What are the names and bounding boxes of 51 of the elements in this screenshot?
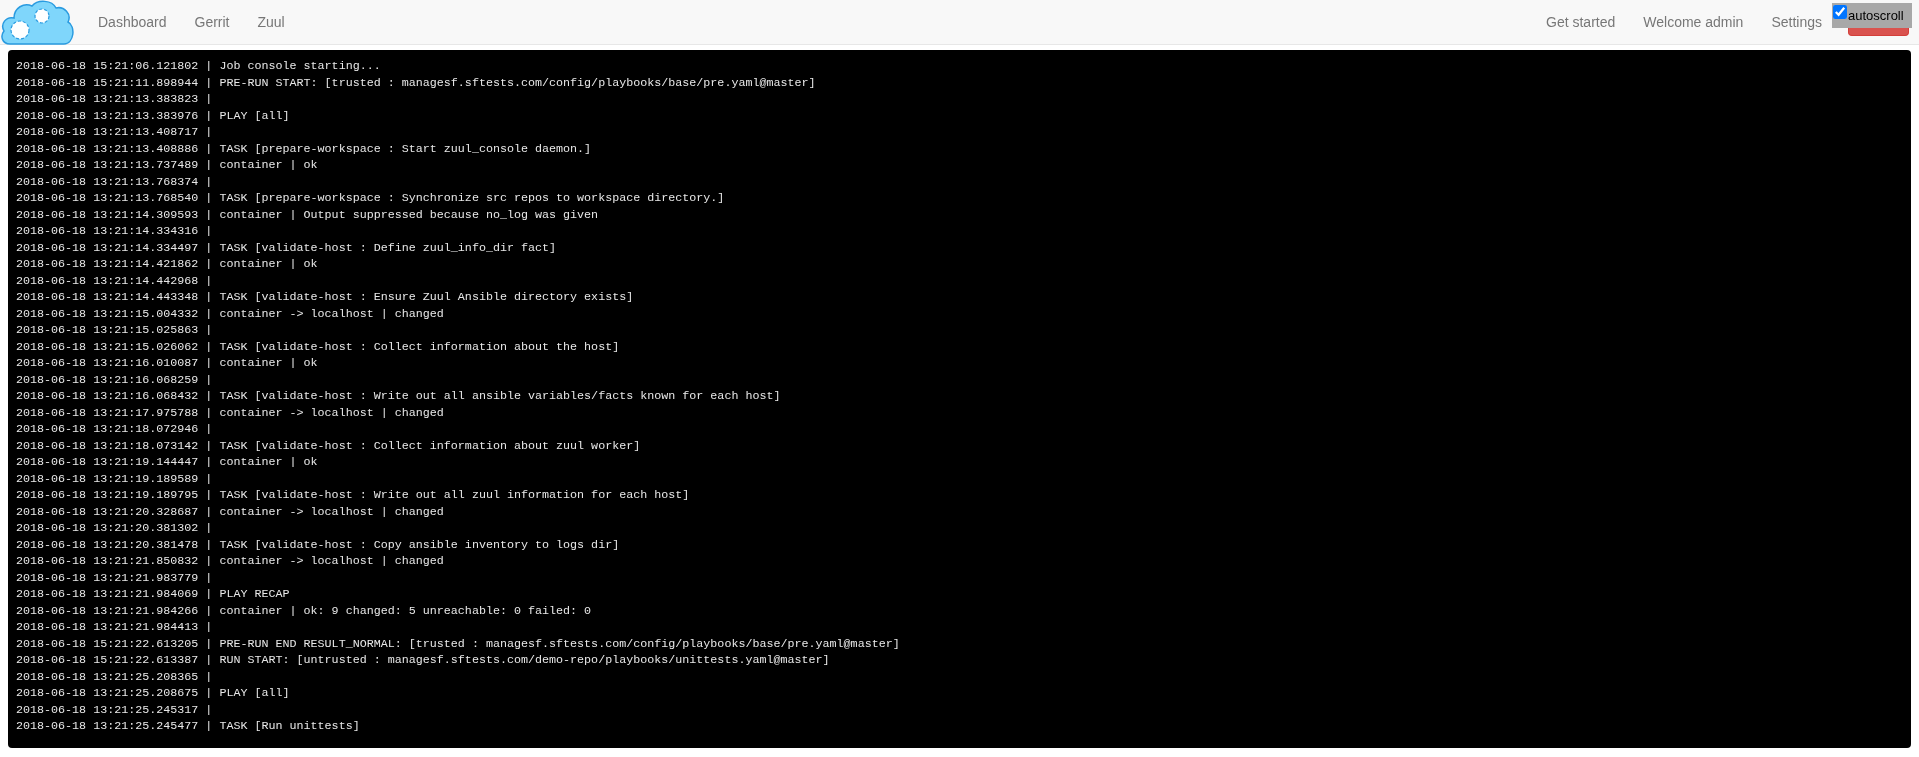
log-line: 2018-06-18 13:21:15.026062 | TASK [validate-host : Collect information about the host] [16, 338, 620, 355]
log-line: 2018-06-18 13:21:13.383823 | [16, 91, 213, 108]
log-line: 2018-06-18 13:21:21.983779 | [16, 569, 213, 586]
log-line: 2018-06-18 15:21:06.121802 | Job console starting... [16, 58, 381, 75]
log-line: 2018-06-18 13:21:21.850832 | container -> localhost | changed [16, 553, 444, 570]
log-line: 2018-06-18 13:21:19.189795 | TASK [validate-host : Write out all zuul information for each host] [16, 487, 690, 504]
log-line: 2018-06-18 13:21:14.421862 | container | ok [16, 256, 318, 273]
autoscroll-toggle[interactable]: autoscroll [1832, 3, 1912, 28]
log-line: 2018-06-18 13:21:15.025863 | [16, 322, 213, 339]
log-line: 2018-06-18 13:21:20.381302 | [16, 520, 213, 537]
log-line: 2018-06-18 13:21:14.443348 | TASK [validate-host : Ensure Zuul Ansible directory exists] [16, 289, 634, 306]
log-line: 2018-06-18 13:21:14.334316 | [16, 223, 213, 240]
log-line: 2018-06-18 13:21:16.068259 | [16, 371, 213, 388]
log-line: 2018-06-18 13:21:13.768540 | TASK [prepare-workspace : Synchronize src repos to workspace directory.] [16, 190, 725, 207]
nav-link[interactable]: Zuul [244, 14, 298, 30]
log-line: 2018-06-18 13:21:25.245477 | TASK [Run unittests] [16, 718, 360, 735]
nav-link[interactable]: Get started [1533, 14, 1629, 30]
autoscroll-checkbox[interactable] [1833, 4, 1847, 19]
log-line: 2018-06-18 13:21:13.408717 | [16, 124, 213, 141]
log-line: 2018-06-18 13:21:25.208365 | [16, 668, 213, 685]
nav-link[interactable]: Dashboard [85, 14, 180, 30]
log-line: 2018-06-18 13:21:18.073142 | TASK [validate-host : Collect information about zuul worker] [16, 437, 641, 454]
log-line: 2018-06-18 13:21:18.072946 | [16, 421, 213, 438]
log-line: 2018-06-18 13:21:15.004332 | container -> localhost | changed [16, 305, 444, 322]
log-line: 2018-06-18 13:21:20.381478 | TASK [validate-host : Copy ansible inventory to logs dir] [16, 536, 620, 553]
log-line: 2018-06-18 13:21:21.984413 | [16, 619, 213, 636]
log-line: 2018-06-18 13:21:14.309593 | container | Output suppressed because no_log was given [16, 206, 599, 223]
log-line: 2018-06-18 15:21:22.613205 | PRE-RUN END RESULT_NORMAL: [trusted : managesf.sftests.com/config/playbooks/base/pre.yaml@master] [16, 635, 900, 652]
nav-link[interactable]: Welcome admin [1630, 14, 1757, 30]
log-line: 2018-06-18 15:21:22.613387 | RUN START: [untrusted : managesf.sftests.com/demo-repo/playbooks/unittests.yaml@master] [16, 652, 830, 669]
log-line: 2018-06-18 13:21:21.984069 | PLAY RECAP [16, 586, 290, 603]
log-line: 2018-06-18 13:21:21.984266 | container | ok: 9 changed: 5 unreachable: 0 failed: 0 [16, 602, 592, 619]
log-line: 2018-06-18 13:21:17.975788 | container -> localhost | changed [16, 404, 444, 421]
log-line: 2018-06-18 13:21:16.010087 | container | ok [16, 355, 318, 372]
log-line: 2018-06-18 13:21:25.208675 | PLAY [all] [16, 685, 290, 702]
log-line: 2018-06-18 13:21:13.737489 | container | ok [16, 157, 318, 174]
log-line: 2018-06-18 15:21:11.898944 | PRE-RUN START: [trusted : managesf.sftests.com/config/playbooks/base/pre.yaml@master] [16, 74, 816, 91]
log-line: 2018-06-18 13:21:14.334497 | TASK [validate-host : Define zuul_info_dir fact] [16, 239, 557, 256]
log-line: 2018-06-18 13:21:25.245317 | [16, 701, 213, 718]
log-line: 2018-06-18 13:21:14.442968 | [16, 272, 213, 289]
cloud-gears-logo-icon[interactable] [0, 0, 76, 46]
log-line: 2018-06-18 13:21:13.408886 | TASK [prepare-workspace : Start zuul_console daemon.] [16, 140, 592, 157]
log-line: 2018-06-18 13:21:19.189589 | [16, 470, 213, 487]
log-line: 2018-06-18 13:21:19.144447 | container | ok [16, 454, 318, 471]
nav-link[interactable]: Gerrit [181, 14, 243, 30]
log-line: 2018-06-18 13:21:20.328687 | container -> localhost | changed [16, 503, 444, 520]
log-line: 2018-06-18 13:21:13.383976 | PLAY [all] [16, 107, 290, 124]
log-line: 2018-06-18 13:21:13.768374 | [16, 173, 213, 190]
nav-link[interactable]: Settings [1758, 14, 1835, 30]
autoscroll-label: autoscroll [1848, 8, 1904, 23]
log-line: 2018-06-18 13:21:16.068432 | TASK [validate-host : Write out all ansible variables/facts known for each host] [16, 388, 781, 405]
